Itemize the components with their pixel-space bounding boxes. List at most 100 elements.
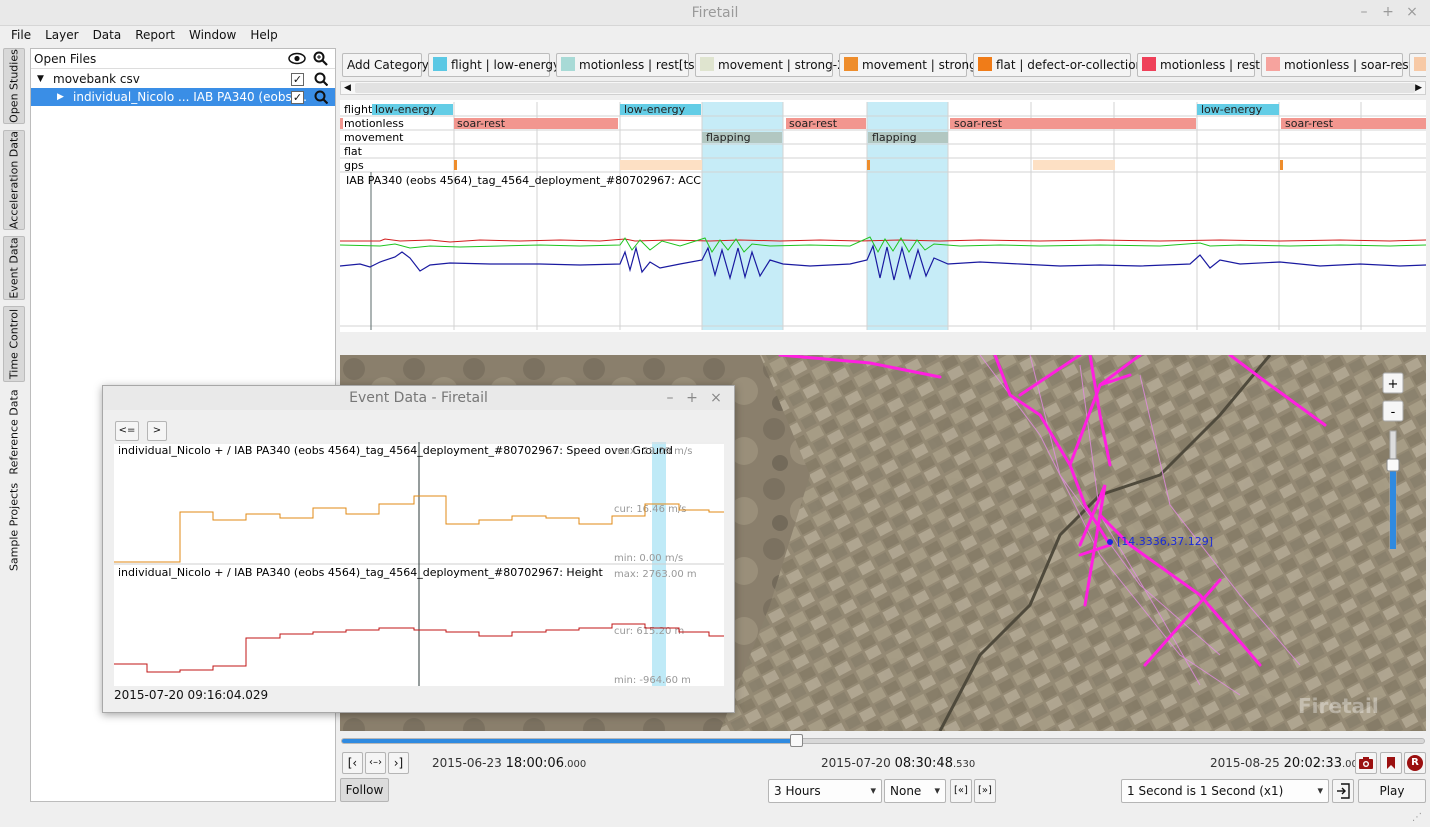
zoom-to-layer-icon[interactable] <box>314 72 328 86</box>
tree-item-individual[interactable]: ▶ individual_Nicolo ... IAB PA340 (eobs … <box>31 88 335 106</box>
category-button[interactable]: flight | low-energy <box>428 53 560 77</box>
zoom-in-button[interactable]: + <box>1382 372 1404 394</box>
menu-window[interactable]: Window <box>182 26 243 44</box>
track-segment-partial[interactable] <box>340 118 343 129</box>
play-button[interactable]: Play <box>1358 779 1426 803</box>
menu-report[interactable]: Report <box>128 26 182 44</box>
category-button[interactable]: flat | defect-or-collection <box>973 53 1143 77</box>
track-segment[interactable]: soar-rest <box>1281 117 1426 130</box>
tree-header-label: Open Files <box>34 52 97 66</box>
bookmark-button[interactable] <box>1380 752 1402 774</box>
category-swatch <box>561 57 575 71</box>
position-marker[interactable] <box>1107 539 1113 545</box>
track-segment[interactable]: flapping <box>702 131 782 144</box>
time-window-select[interactable]: 3 Hours <box>768 779 882 803</box>
tree-item-label: individual_Nicolo ... IAB PA340 (eobs ..… <box>73 90 307 104</box>
segment-label: flapping <box>706 131 751 144</box>
tab-event-data[interactable]: Event Data <box>3 236 25 300</box>
end-date: 2015-08-25 <box>1210 756 1280 770</box>
expand-down-icon[interactable]: ▼ <box>37 70 44 88</box>
tree-item-movebank[interactable]: ▼ movebank csv ✓ <box>31 70 335 88</box>
minimize-button[interactable]: – <box>1357 4 1371 20</box>
menu-help[interactable]: Help <box>243 26 284 44</box>
tab-label: Event Data <box>7 237 21 299</box>
follow-button[interactable]: Follow <box>340 778 389 802</box>
expand-right-icon[interactable]: ▶ <box>57 88 64 106</box>
category-swatch <box>433 57 447 71</box>
menu-data[interactable]: Data <box>86 26 129 44</box>
timeline-handle[interactable] <box>790 734 804 747</box>
category-button-partial[interactable] <box>1409 53 1426 77</box>
tab-reference-data[interactable]: Reference Data <box>3 388 25 476</box>
tab-sample-projects[interactable]: Sample Projects <box>3 480 25 574</box>
dialog-minimize-button[interactable]: – <box>663 390 677 406</box>
track-label-motionless: motionless <box>344 117 404 130</box>
current-time: 08:30:48 <box>894 756 953 771</box>
jump-to-end-button[interactable]: ›] <box>388 752 409 774</box>
dialog-close-button[interactable]: × <box>709 390 723 406</box>
previous-event-button[interactable]: <= <box>115 421 139 441</box>
track-segment[interactable]: soar-rest <box>950 117 1196 130</box>
next-frame-button[interactable]: [»] <box>974 779 996 803</box>
track-segment[interactable]: low-energy <box>1197 103 1279 116</box>
current-ms: .530 <box>952 759 976 770</box>
visibility-checkbox[interactable]: ✓ <box>291 73 304 86</box>
zoom-out-button[interactable]: - <box>1382 400 1404 422</box>
track-segment[interactable]: flapping <box>868 131 948 144</box>
fit-range-button[interactable]: ‹–› <box>365 752 386 774</box>
add-category-button[interactable]: Add Category <box>342 53 429 77</box>
screenshot-button[interactable] <box>1355 752 1377 774</box>
menu-file[interactable]: File <box>4 26 38 44</box>
visibility-checkbox[interactable]: ✓ <box>291 91 304 104</box>
category-button[interactable]: movement | strong-2 <box>695 53 845 77</box>
height-min-label: min: -964.60 m <box>614 675 691 686</box>
tab-time-control[interactable]: Time Control <box>3 306 25 382</box>
segment-label: low-energy <box>375 103 437 116</box>
maximize-button[interactable]: + <box>1381 4 1395 20</box>
scroll-thumb[interactable] <box>355 83 1415 93</box>
zoom-icon[interactable] <box>313 51 328 66</box>
track-segment[interactable]: soar-rest <box>786 117 866 130</box>
dialog-title: Event Data - Firetail <box>349 390 488 406</box>
zoom-to-layer-icon[interactable] <box>314 90 328 104</box>
exit-button[interactable] <box>1332 779 1354 803</box>
tab-open-studies[interactable]: Open Studies <box>3 48 25 124</box>
playback-speed-select[interactable]: 1 Second is 1 Second (x1) <box>1121 779 1329 803</box>
jump-to-start-button[interactable]: [‹ <box>342 752 363 774</box>
category-label: flat | defect-or-collection <box>996 58 1144 72</box>
mode-select[interactable]: None <box>884 779 946 803</box>
category-scrollbar[interactable]: ◀ ▶ <box>340 81 1426 95</box>
timeline-slider[interactable] <box>341 734 1425 747</box>
track-segment[interactable]: low-energy <box>620 103 701 116</box>
record-icon: R <box>1407 755 1423 771</box>
track-label-flat: flat <box>344 145 363 158</box>
zoom-slider-fill <box>1390 463 1396 549</box>
zoom-slider-handle[interactable] <box>1386 458 1400 472</box>
category-swatch <box>978 57 992 71</box>
tab-label: Time Control <box>7 308 21 380</box>
menu-layer[interactable]: Layer <box>38 26 85 44</box>
event-charts[interactable]: individual_Nicolo + / IAB PA340 (eobs 45… <box>114 442 724 686</box>
previous-frame-button[interactable]: [«] <box>950 779 972 803</box>
track-segment[interactable]: soar-rest <box>454 117 618 130</box>
eye-icon[interactable] <box>288 52 306 65</box>
scroll-left-icon[interactable]: ◀ <box>344 82 351 94</box>
record-button[interactable]: R <box>1404 752 1426 774</box>
resize-grip-icon[interactable]: ⋰ <box>1412 812 1422 823</box>
tab-acceleration-data[interactable]: Acceleration Data <box>3 130 25 230</box>
dialog-maximize-button[interactable]: + <box>685 390 699 406</box>
dialog-title-bar: Event Data - Firetail – + × <box>103 386 734 410</box>
category-button[interactable]: motionless | rest <box>1137 53 1260 77</box>
track-label-movement: movement <box>344 131 404 144</box>
category-button[interactable]: motionless | rest[ts] <box>556 53 699 77</box>
bookmark-icon <box>1387 757 1395 769</box>
category-button[interactable]: movement | strong <box>839 53 977 77</box>
category-swatch <box>700 57 714 71</box>
category-button[interactable]: motionless | soar-rest <box>1261 53 1413 77</box>
next-event-button[interactable]: > <box>147 421 167 441</box>
scroll-right-icon[interactable]: ▶ <box>1415 82 1422 94</box>
track-segment[interactable]: low-energy <box>372 103 453 116</box>
tab-label: Open Studies <box>7 49 21 123</box>
acceleration-plot[interactable]: flight motionless movement flat gps low-… <box>340 100 1426 332</box>
close-button[interactable]: × <box>1405 4 1419 20</box>
